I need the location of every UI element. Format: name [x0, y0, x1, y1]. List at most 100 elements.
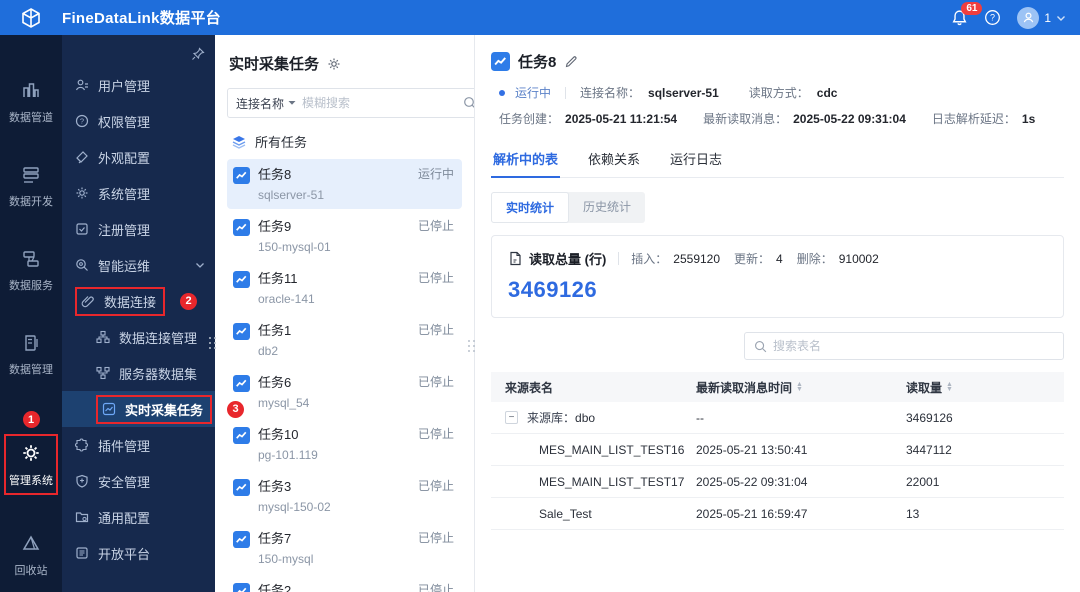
permission-icon: ?	[75, 114, 89, 128]
sidebar-item-open-platform[interactable]: 开放平台	[62, 535, 215, 571]
rail-item-label: 管理系统	[9, 475, 53, 487]
panel-title: 实时采集任务	[229, 56, 320, 73]
task-list-item[interactable]: 任务8 sqlserver-51 运行中	[227, 159, 462, 209]
task-search-input[interactable]	[302, 96, 458, 110]
rail-item-label: 数据管道	[9, 112, 53, 124]
cell-table-name: MES_MAIN_LIST_TEST17	[539, 474, 685, 489]
table-row[interactable]: MES_MAIN_LIST_TEST17 2025-05-22 09:31:04…	[491, 466, 1064, 498]
delete-value: 910002	[838, 251, 879, 266]
task-list-item[interactable]: 任务1 db2 已停止	[227, 315, 462, 365]
help-button[interactable]: ?	[984, 9, 1001, 26]
search-icon	[464, 97, 474, 108]
user-count: 1	[1044, 10, 1051, 25]
sidebar-item-user-management[interactable]: 用户管理	[62, 67, 215, 103]
tab-run-logs[interactable]: 运行日志	[668, 143, 724, 177]
table-search-box[interactable]	[744, 332, 1064, 360]
table-row[interactable]: MES_MAIN_LIST_TEST16 2025-05-21 13:50:41…	[491, 434, 1064, 466]
insert-label: 插入：	[631, 252, 668, 266]
search-field-label: 连接名称	[236, 96, 285, 111]
sidebar-item-intelligent-ops[interactable]: 智能运维	[62, 247, 215, 283]
rail-item-data-manage[interactable]: 数据管理	[9, 333, 53, 377]
table-group-row[interactable]: − 来源库： dbo -- 3469126	[491, 402, 1064, 434]
sidebar-item-plugin-management[interactable]: 插件管理	[62, 427, 215, 463]
sidebar-item-appearance-config[interactable]: 外观配置	[62, 139, 215, 175]
pin-icon[interactable]	[191, 47, 205, 61]
sidebar-item-general-config[interactable]: 通用配置	[62, 499, 215, 535]
col-read-count[interactable]: 读取量 ▲ ▼	[906, 379, 1064, 396]
sidebar-item-label: 插件管理	[98, 438, 151, 454]
table-row[interactable]: Sale_Test 2025-05-21 16:59:47 13	[491, 498, 1064, 530]
col-label: 最新读取消息时间	[696, 380, 793, 395]
all-tasks-node[interactable]: 所有任务	[231, 132, 462, 151]
insert-value: 2559120	[673, 251, 721, 266]
task-list-item[interactable]: 任务11 oracle-141 已停止	[227, 263, 462, 313]
notifications-button[interactable]: 61	[951, 2, 983, 26]
edit-task-name-button[interactable]	[564, 55, 578, 69]
shield-icon	[76, 474, 88, 488]
search-field-selector[interactable]: 连接名称	[236, 95, 296, 112]
task-icon	[233, 271, 250, 288]
appearance-icon	[76, 151, 88, 164]
col-latest-time[interactable]: 最新读取消息时间 ▲ ▼	[696, 379, 906, 396]
task-name: 任务7	[258, 531, 292, 546]
sidebar-item-data-connection-management[interactable]: 数据连接管理	[62, 319, 215, 355]
task-list-item[interactable]: 任务7 150-mysql 已停止	[227, 523, 462, 573]
realtime-task-icon	[102, 402, 116, 416]
task-search-box[interactable]: 连接名称	[227, 88, 474, 118]
tab-parsing-tables[interactable]: 解析中的表	[491, 143, 561, 178]
sidebar-item-label: 权限管理	[98, 114, 151, 130]
sidebar-item-server-dataset[interactable]: 服务器数据集	[62, 355, 215, 391]
tab-dependencies[interactable]: 依赖关系	[586, 143, 642, 177]
all-tasks-label: 所有任务	[255, 135, 308, 150]
task-connection: db2	[258, 344, 279, 358]
task-name: 任务10	[258, 427, 299, 442]
task-list-item[interactable]: 任务3 mysql-150-02 已停止	[227, 471, 462, 521]
sidebar-item-system-management[interactable]: 系统管理	[62, 175, 215, 211]
cell-count: 3447112	[906, 442, 952, 457]
sort-icon[interactable]: ▲ ▼	[946, 381, 953, 393]
collapse-toggle[interactable]: −	[505, 411, 518, 424]
sidebar-item-realtime-collection-task[interactable]: 实时采集任务 3	[62, 391, 245, 427]
rail-item-data-pipeline[interactable]: 数据管道	[9, 81, 53, 125]
user-management-icon	[75, 79, 88, 91]
annotation-box-data-connection: 数据连接	[75, 286, 166, 316]
cell-table-name: Sale_Test	[539, 506, 592, 521]
sidebar-item-register-management[interactable]: 注册管理	[62, 211, 215, 247]
task-name: 任务9	[258, 219, 292, 234]
subtab-realtime-stats[interactable]: 实时统计	[491, 192, 570, 223]
task-list-item[interactable]: 任务9 150-mysql-01 已停止	[227, 211, 462, 261]
task-list-item[interactable]: 任务2roxy 已停止	[227, 575, 462, 592]
sidebar-item-security-management[interactable]: 安全管理	[62, 463, 215, 499]
task-list-item[interactable]: 任务10 pg-101.119 已停止	[227, 419, 462, 469]
sort-icon[interactable]: ▲ ▼	[796, 381, 803, 393]
rail-item-admin-system[interactable]: 管理系统	[4, 434, 58, 495]
task-list-item[interactable]: 任务6 mysql_54 已停止	[227, 367, 462, 417]
plugin-icon	[75, 438, 88, 452]
rail-item-recycle-bin[interactable]: 回收站	[15, 534, 48, 578]
source-db-name: dbo	[575, 410, 596, 425]
sidebar-item-data-connection[interactable]: 数据连接 2	[62, 283, 215, 319]
rail-item-data-service[interactable]: 数据服务	[9, 249, 53, 293]
table-search-input[interactable]	[773, 339, 1054, 353]
subtab-history-stats[interactable]: 历史统计	[569, 192, 645, 223]
created-value: 2025-05-21 11:21:54	[565, 111, 678, 126]
user-menu[interactable]: 1	[1017, 6, 1066, 29]
panel-settings-button[interactable]	[327, 57, 341, 71]
sidebar-item-permission-management[interactable]: ? 权限管理	[62, 103, 215, 139]
task-status: 已停止	[417, 375, 454, 389]
update-label: 更新：	[734, 252, 771, 266]
avatar	[1017, 6, 1040, 29]
sidebar-item-label: 外观配置	[98, 150, 151, 166]
sidebar-resize-handle[interactable]	[209, 337, 217, 353]
task-connection: pg-101.119	[258, 448, 318, 462]
task-list-panel: 实时采集任务 连接名称 所有任务	[215, 35, 475, 592]
rail-item-data-develop[interactable]: 数据开发	[9, 165, 53, 209]
gear-icon	[23, 445, 39, 461]
task-icon	[491, 52, 510, 71]
conn-label: 连接名称：	[580, 86, 641, 100]
recycle-bin-icon	[22, 535, 40, 550]
chevron-down-icon	[1057, 15, 1065, 21]
panel-resize-handle[interactable]	[468, 340, 476, 356]
sidebar-item-label: 注册管理	[98, 222, 151, 238]
task-status: 已停止	[417, 531, 454, 545]
